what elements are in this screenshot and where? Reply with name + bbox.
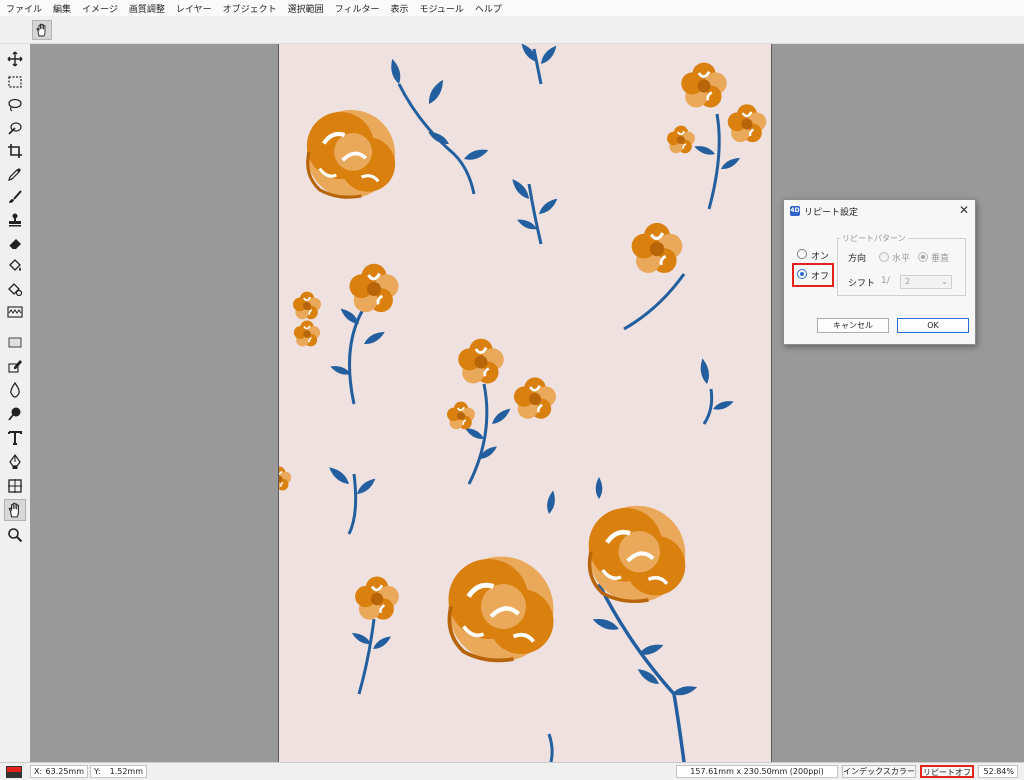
magic-select-icon <box>8 122 22 135</box>
y-label: Y: <box>94 767 101 776</box>
menu-image[interactable]: イメージ <box>82 2 118 15</box>
lasso-tool[interactable] <box>4 94 26 116</box>
highlight-box-off <box>792 263 834 287</box>
floral-pattern-artwork <box>279 44 768 762</box>
marquee-icon <box>8 76 22 88</box>
repeat-tool[interactable] <box>4 301 26 323</box>
menu-select[interactable]: 選択範囲 <box>288 2 324 15</box>
water-drop-icon <box>10 382 20 398</box>
direction-label: 方向 <box>848 254 867 264</box>
menu-filter[interactable]: フィルター <box>335 2 380 15</box>
pen-edit-tool[interactable] <box>4 355 26 377</box>
x-label: X: <box>34 767 43 776</box>
color-mode-button[interactable]: インデックスカラー <box>842 765 916 778</box>
blur-tool[interactable] <box>4 379 26 401</box>
magic-select-tool[interactable] <box>4 117 26 139</box>
eraser-tool[interactable] <box>4 232 26 254</box>
direction-vertical-radio[interactable] <box>918 252 928 262</box>
x-value: 63.25mm <box>45 767 85 776</box>
document-canvas[interactable] <box>278 44 772 762</box>
repeat-state-button[interactable]: リピートオフ <box>920 765 974 778</box>
hand-icon <box>36 23 46 37</box>
eyedropper-icon <box>8 168 21 181</box>
shift-prefix: 1/ <box>881 276 890 286</box>
move-tool[interactable] <box>4 48 26 70</box>
app-logo-icon: 4D <box>790 206 800 216</box>
document-size: 157.61mm x 230.50mm (200ppi) <box>676 765 838 778</box>
repeat-pattern-legend: リピートパターン <box>840 233 908 244</box>
brush-icon <box>9 190 22 203</box>
replace-color-tool[interactable] <box>4 278 26 300</box>
hand-tool-option-button[interactable] <box>32 20 52 40</box>
magnifier-icon <box>8 528 23 543</box>
repeat-on-label[interactable]: オン <box>811 249 829 262</box>
cancel-button[interactable]: キャンセル <box>817 318 889 333</box>
fill-tool[interactable] <box>4 255 26 277</box>
zoom-tool[interactable] <box>4 524 26 546</box>
tool-options-bar <box>0 16 1024 44</box>
stamp-tool[interactable] <box>4 209 26 231</box>
rectangle-tool[interactable] <box>4 331 26 353</box>
shift-select[interactable]: 2 ⌄ <box>900 275 952 289</box>
menu-bar: ファイル 編集 イメージ 画質調整 レイヤー オブジェクト 選択範囲 フィルター… <box>0 0 1024 16</box>
repeat-on-radio[interactable] <box>797 249 807 259</box>
menu-layer[interactable]: レイヤー <box>176 2 212 15</box>
repeat-settings-dialog: 4D リピート設定 ✕ オン オフ リピートパターン 方向 水平 垂直 シフト … <box>783 199 976 345</box>
zoom-level: 52.84% <box>978 765 1018 778</box>
dialog-title-bar[interactable]: 4D リピート設定 ✕ <box>784 200 975 222</box>
menu-object[interactable]: オブジェクト <box>223 2 277 15</box>
eyedropper-tool[interactable] <box>4 163 26 185</box>
eraser-icon <box>8 239 21 250</box>
direction-horizontal-radio[interactable] <box>879 252 889 262</box>
brush-tool[interactable] <box>4 186 26 208</box>
color-swatch-icon[interactable] <box>6 766 22 778</box>
move-icon <box>7 51 23 67</box>
dodge-icon <box>8 407 21 421</box>
pen-edit-icon <box>8 360 22 373</box>
repeat-pattern-icon <box>7 306 23 318</box>
direction-vertical-label: 垂直 <box>931 254 950 264</box>
menu-view[interactable]: 表示 <box>390 2 408 15</box>
menu-module[interactable]: モジュール <box>419 2 463 15</box>
hand-icon <box>8 502 19 518</box>
status-bar: X: 63.25mm Y: 1.52mm 157.61mm x 230.50mm… <box>0 762 1024 780</box>
workspace[interactable] <box>30 44 1024 762</box>
dodge-tool[interactable] <box>4 403 26 425</box>
menu-edit[interactable]: 編集 <box>53 2 71 15</box>
shift-select-value: 2 <box>905 277 911 286</box>
rectangle-icon <box>8 337 22 348</box>
pen-nib-icon <box>9 454 21 469</box>
y-coordinate-readout: Y: 1.52mm <box>90 765 147 778</box>
ok-button[interactable]: OK <box>897 318 969 333</box>
y-value: 1.52mm <box>109 767 143 776</box>
text-tool[interactable] <box>4 427 26 449</box>
stamp-icon <box>9 213 21 227</box>
pen-tool[interactable] <box>4 451 26 473</box>
replace-color-icon <box>8 283 23 297</box>
dialog-title: リピート設定 <box>804 208 859 218</box>
paint-bucket-icon <box>9 259 21 271</box>
marquee-tool[interactable] <box>4 71 26 93</box>
transform-tool[interactable] <box>4 475 26 497</box>
shift-label: シフト <box>848 279 876 289</box>
lasso-icon <box>8 98 22 112</box>
text-icon <box>8 431 22 445</box>
x-coordinate-readout: X: 63.25mm <box>30 765 88 778</box>
chevron-down-icon: ⌄ <box>941 277 948 286</box>
left-toolbar <box>0 44 30 762</box>
menu-file[interactable]: ファイル <box>6 2 42 15</box>
close-icon[interactable]: ✕ <box>959 203 969 217</box>
hand-tool[interactable] <box>4 499 26 521</box>
direction-horizontal-label: 水平 <box>892 254 911 264</box>
crop-icon <box>8 144 22 158</box>
menu-help[interactable]: ヘルプ <box>475 2 502 15</box>
menu-adjust[interactable]: 画質調整 <box>129 2 165 15</box>
transform-icon <box>8 479 22 493</box>
crop-tool[interactable] <box>4 140 26 162</box>
